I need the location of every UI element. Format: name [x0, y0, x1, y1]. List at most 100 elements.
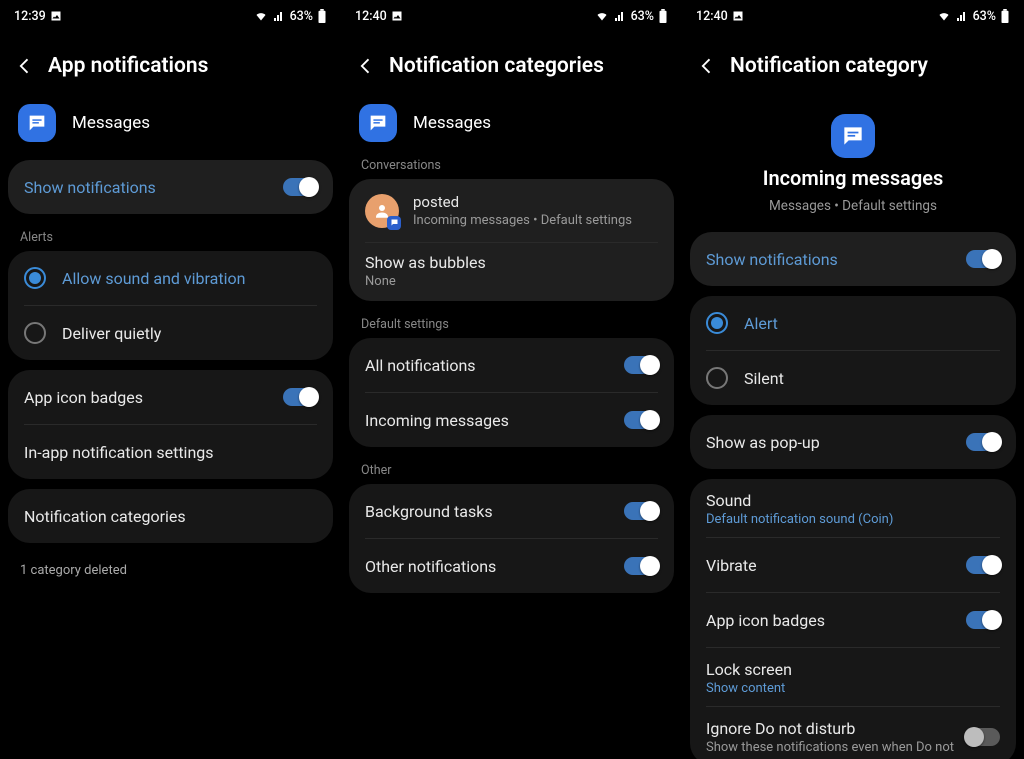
- messages-app-icon: [831, 114, 875, 158]
- notification-categories-label: Notification categories: [24, 507, 317, 526]
- lock-screen-sub: Show content: [706, 681, 1000, 696]
- alert-mode-card: Alert Silent: [690, 296, 1016, 405]
- background-tasks-toggle[interactable]: [624, 502, 658, 520]
- defaults-card: All notifications Incoming messages: [349, 338, 674, 447]
- header: Notification categories: [341, 30, 682, 98]
- alerts-card: Allow sound and vibration Deliver quietl…: [8, 251, 333, 360]
- incoming-messages-label: Incoming messages: [365, 411, 624, 430]
- show-notifications-card: Show notifications: [690, 232, 1016, 286]
- popup-card: Show as pop-up: [690, 415, 1016, 469]
- page-title: App notifications: [48, 54, 208, 78]
- badges-row[interactable]: App icon badges: [690, 593, 1016, 647]
- show-notifications-row[interactable]: Show notifications: [690, 232, 1016, 286]
- battery-icon: [658, 9, 668, 23]
- show-notifications-toggle[interactable]: [283, 178, 317, 196]
- back-button[interactable]: [355, 55, 377, 77]
- other-notifications-toggle[interactable]: [624, 557, 658, 575]
- phone-notification-categories: 12:40 63% Notification categories Messag…: [341, 0, 682, 759]
- bubbles-row[interactable]: Show as bubbles None: [349, 243, 674, 301]
- conversation-row[interactable]: posted Incoming messages • Default setti…: [349, 179, 674, 242]
- messages-app-icon: [18, 104, 56, 142]
- status-time: 12:39: [14, 9, 46, 24]
- status-time: 12:40: [355, 9, 387, 24]
- in-app-settings-label: In-app notification settings: [24, 443, 317, 462]
- all-notifications-label: All notifications: [365, 356, 624, 375]
- show-notifications-card: Show notifications: [8, 160, 333, 214]
- deliver-quietly-radio[interactable]: [24, 322, 46, 344]
- category-title: Incoming messages: [763, 166, 944, 190]
- notification-categories-row[interactable]: Notification categories: [8, 489, 333, 543]
- dnd-sub: Show these notifications even when Do no…: [706, 740, 966, 755]
- bubbles-sub: None: [365, 274, 658, 289]
- other-notifications-row[interactable]: Other notifications: [349, 539, 674, 593]
- lock-screen-row[interactable]: Lock screen Show content: [690, 648, 1016, 706]
- header: Notification category: [682, 30, 1024, 98]
- background-tasks-label: Background tasks: [365, 502, 624, 521]
- show-notifications-toggle[interactable]: [966, 250, 1000, 268]
- phone-app-notifications: 12:39 63% App notifications Messages: [0, 0, 341, 759]
- silent-radio[interactable]: [706, 367, 728, 389]
- back-button[interactable]: [14, 55, 36, 77]
- conversations-card: posted Incoming messages • Default setti…: [349, 179, 674, 301]
- allow-sound-radio[interactable]: [24, 267, 46, 289]
- sound-row[interactable]: Sound Default notification sound (Coin): [690, 479, 1016, 537]
- messages-app-icon: [359, 104, 397, 142]
- vibrate-toggle[interactable]: [966, 556, 1000, 574]
- dnd-toggle[interactable]: [966, 728, 1000, 746]
- allow-sound-row[interactable]: Allow sound and vibration: [8, 251, 333, 305]
- all-notifications-toggle[interactable]: [624, 356, 658, 374]
- status-bar: 12:40 63%: [341, 0, 682, 30]
- image-icon: [732, 10, 744, 22]
- image-icon: [50, 10, 62, 22]
- signal-icon: [955, 10, 969, 22]
- wifi-icon: [937, 10, 951, 22]
- conversation-avatar: [365, 194, 399, 228]
- app-header-row[interactable]: Messages: [341, 98, 682, 152]
- conversation-sub: Incoming messages • Default settings: [413, 213, 658, 228]
- show-notifications-label: Show notifications: [706, 250, 966, 269]
- other-notifications-label: Other notifications: [365, 557, 624, 576]
- dnd-row[interactable]: Ignore Do not disturb Show these notific…: [690, 707, 1016, 759]
- incoming-messages-row[interactable]: Incoming messages: [349, 393, 674, 447]
- sound-label: Sound: [706, 491, 1000, 510]
- show-notifications-row[interactable]: Show notifications: [8, 160, 333, 214]
- status-bar: 12:39 63%: [0, 0, 341, 30]
- alert-radio[interactable]: [706, 312, 728, 334]
- app-header-row[interactable]: Messages: [0, 98, 341, 160]
- section-defaults: Default settings: [341, 311, 682, 338]
- header: App notifications: [0, 30, 341, 98]
- vibrate-row[interactable]: Vibrate: [690, 538, 1016, 592]
- categories-card: Notification categories: [8, 489, 333, 543]
- background-tasks-row[interactable]: Background tasks: [349, 484, 674, 538]
- silent-row[interactable]: Silent: [690, 351, 1016, 405]
- battery-icon: [1000, 9, 1010, 23]
- battery-text: 63%: [290, 9, 313, 24]
- deliver-quietly-label: Deliver quietly: [62, 324, 317, 343]
- in-app-settings-row[interactable]: In-app notification settings: [8, 425, 333, 479]
- lock-screen-label: Lock screen: [706, 660, 1000, 679]
- battery-text: 63%: [631, 9, 654, 24]
- section-other: Other: [341, 457, 682, 484]
- popup-label: Show as pop-up: [706, 433, 966, 452]
- dnd-label: Ignore Do not disturb: [706, 719, 966, 738]
- all-notifications-row[interactable]: All notifications: [349, 338, 674, 392]
- deliver-quietly-row[interactable]: Deliver quietly: [8, 306, 333, 360]
- image-icon: [391, 10, 403, 22]
- app-icon-badges-row[interactable]: App icon badges: [8, 370, 333, 424]
- badges-card: App icon badges In-app notification sett…: [8, 370, 333, 479]
- back-button[interactable]: [696, 55, 718, 77]
- other-card: Background tasks Other notifications: [349, 484, 674, 593]
- silent-label: Silent: [744, 369, 1000, 388]
- signal-icon: [272, 10, 286, 22]
- section-alerts: Alerts: [0, 224, 341, 251]
- allow-sound-label: Allow sound and vibration: [62, 269, 317, 288]
- bubbles-label: Show as bubbles: [365, 253, 658, 272]
- incoming-messages-toggle[interactable]: [624, 411, 658, 429]
- popup-row[interactable]: Show as pop-up: [690, 415, 1016, 469]
- vibrate-label: Vibrate: [706, 556, 966, 575]
- alert-row[interactable]: Alert: [690, 296, 1016, 350]
- badges-toggle[interactable]: [966, 611, 1000, 629]
- app-icon-badges-toggle[interactable]: [283, 388, 317, 406]
- category-header: Incoming messages Messages • Default set…: [682, 98, 1024, 232]
- popup-toggle[interactable]: [966, 433, 1000, 451]
